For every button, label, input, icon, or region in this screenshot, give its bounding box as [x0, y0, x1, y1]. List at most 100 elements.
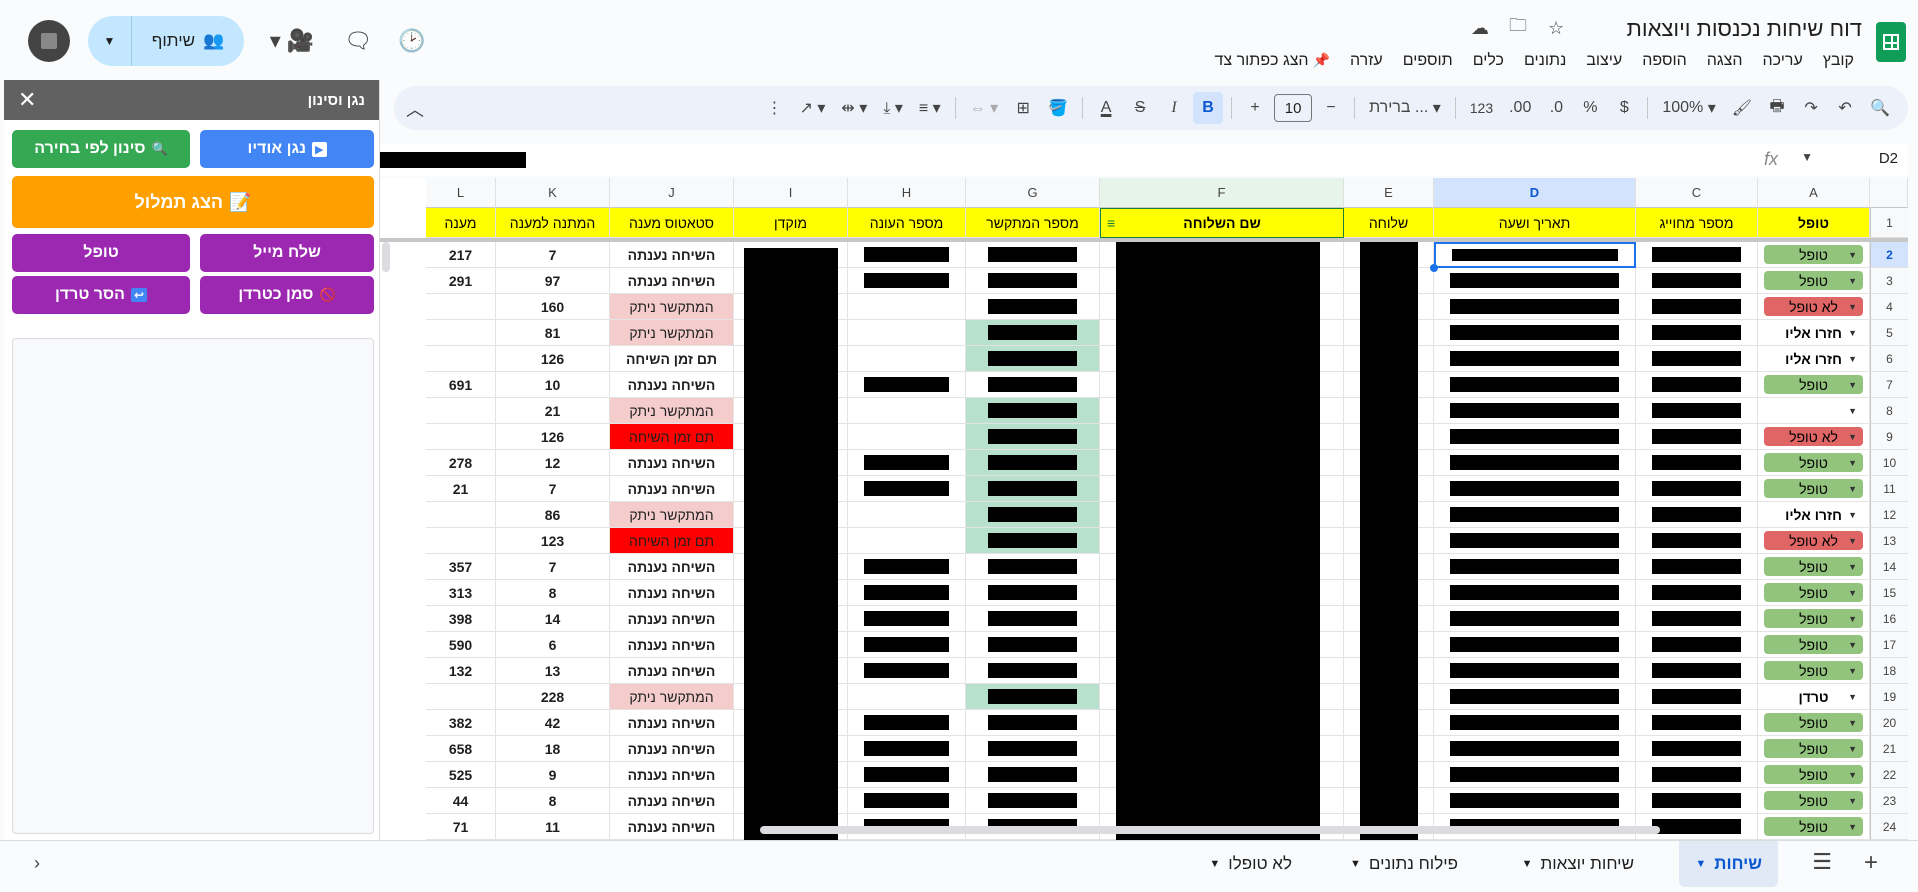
align-vertical-icon[interactable]: ⤓ ▾ — [877, 92, 909, 124]
row-header[interactable]: 9 — [1870, 424, 1908, 450]
cell-l[interactable] — [426, 398, 496, 424]
status-dropdown-chip[interactable]: ▼ טופל — [1764, 661, 1863, 680]
cell-c[interactable] — [1636, 788, 1758, 814]
status-dropdown-chip[interactable]: ▼ טופל — [1764, 765, 1863, 784]
align-horizontal-icon[interactable]: ≡ ▾ — [913, 92, 947, 124]
cell-l[interactable]: 217 — [426, 242, 496, 268]
paint-format-icon[interactable]: 🖌 — [1726, 92, 1758, 124]
cell-g[interactable] — [966, 502, 1100, 528]
cell-d[interactable] — [1434, 294, 1636, 320]
cell-d[interactable] — [1434, 450, 1636, 476]
cell-l[interactable]: 291 — [426, 268, 496, 294]
status-dropdown-chip[interactable]: ▼ טופל — [1764, 713, 1863, 732]
mark-handled-button[interactable]: טופל — [12, 234, 190, 272]
status-dropdown-chip[interactable]: ▼ טופל — [1764, 609, 1863, 628]
header-cell-c[interactable]: מספר מחוייג — [1636, 208, 1758, 238]
status-dropdown-chip[interactable]: ▼ טופל — [1764, 791, 1863, 810]
cell-d[interactable] — [1434, 788, 1636, 814]
comments-icon[interactable]: 🗨 — [340, 23, 376, 59]
search-icon[interactable]: 🔍 — [1864, 92, 1896, 124]
tab-outgoing-calls[interactable]: שיחות יוצאות ▼ — [1506, 841, 1650, 887]
cell-c[interactable] — [1636, 320, 1758, 346]
status-dropdown-chip[interactable]: ▼ טופל — [1764, 635, 1863, 654]
row-header[interactable]: 16 — [1870, 606, 1908, 632]
column-header-l[interactable]: L — [426, 178, 496, 208]
cell-k[interactable]: 160 — [496, 294, 610, 320]
cell-l[interactable]: 278 — [426, 450, 496, 476]
row-header[interactable]: 1 — [1870, 208, 1908, 238]
filter-by-selection-button[interactable]: 🔍 סינון לפי בחירה — [12, 130, 190, 168]
cell-j[interactable]: השיחה נענתה — [610, 788, 734, 814]
cell-d[interactable] — [1434, 476, 1636, 502]
select-all-corner[interactable] — [1870, 178, 1908, 208]
menu-extensions[interactable]: תוספים — [1395, 50, 1461, 72]
row-header[interactable]: 12 — [1870, 502, 1908, 528]
cell-k[interactable]: 7 — [496, 476, 610, 502]
cell-j[interactable]: תם זמן השיחה — [610, 424, 734, 450]
tab-data-breakdown[interactable]: פילוח נתונים ▼ — [1334, 841, 1474, 887]
remove-nuisance-button[interactable]: ↩ הסר טרדן — [12, 276, 190, 314]
cell-a[interactable]: ▼ לא טופל — [1758, 528, 1870, 554]
cell-c[interactable] — [1636, 736, 1758, 762]
cell-j[interactable]: השיחה נענתה — [610, 242, 734, 268]
row-header[interactable]: 15 — [1870, 580, 1908, 606]
cell-a[interactable]: ▼ טופל — [1758, 606, 1870, 632]
name-box-dropdown-icon[interactable]: ▼ — [1801, 150, 1813, 164]
font-size-decrease-button[interactable]: − — [1316, 92, 1346, 124]
status-dropdown-chip[interactable]: ▼ טופל — [1764, 583, 1863, 602]
row-header[interactable]: 7 — [1870, 372, 1908, 398]
row-header[interactable]: 14 — [1870, 554, 1908, 580]
column-header-e[interactable]: E — [1344, 178, 1434, 208]
cell-j[interactable]: השיחה נענתה — [610, 476, 734, 502]
cell-g[interactable] — [966, 736, 1100, 762]
cell-g[interactable] — [966, 580, 1100, 606]
cell-g[interactable] — [966, 242, 1100, 268]
cell-a[interactable]: ▼ טופל — [1758, 788, 1870, 814]
cell-k[interactable]: 21 — [496, 398, 610, 424]
status-dropdown-chip[interactable]: ▼ לא טופל — [1764, 297, 1863, 316]
cell-d[interactable] — [1434, 606, 1636, 632]
row-header[interactable]: 21 — [1870, 736, 1908, 762]
italic-button[interactable]: I — [1159, 92, 1189, 124]
cell-j[interactable]: המתקשר ניתק — [610, 398, 734, 424]
cell-j[interactable]: תם זמן השיחה — [610, 346, 734, 372]
cell-k[interactable]: 14 — [496, 606, 610, 632]
header-cell-j[interactable]: סטאטוס מענה — [610, 208, 734, 238]
cell-l[interactable]: 71 — [426, 814, 496, 840]
status-dropdown-chip[interactable]: ▼ חזרו אליו — [1764, 349, 1863, 368]
row-header[interactable]: 13 — [1870, 528, 1908, 554]
cell-g[interactable] — [966, 684, 1100, 710]
cell-g[interactable] — [966, 476, 1100, 502]
cell-j[interactable]: השיחה נענתה — [610, 762, 734, 788]
cell-h[interactable] — [848, 242, 966, 268]
cell-j[interactable]: השיחה נענתה — [610, 710, 734, 736]
cell-g[interactable] — [966, 294, 1100, 320]
add-sheet-icon[interactable]: + — [1864, 849, 1878, 877]
cell-l[interactable] — [426, 424, 496, 450]
cell-l[interactable]: 382 — [426, 710, 496, 736]
column-header-a[interactable]: A — [1758, 178, 1870, 208]
format-more-button[interactable]: 123 — [1464, 92, 1499, 124]
cell-a[interactable]: ▼ חזרו אליו — [1758, 320, 1870, 346]
cell-h[interactable] — [848, 320, 966, 346]
column-header-i[interactable]: I — [734, 178, 848, 208]
cell-g[interactable] — [966, 788, 1100, 814]
cell-k[interactable]: 6 — [496, 632, 610, 658]
percent-button[interactable]: % — [1575, 92, 1605, 124]
cell-a[interactable]: ▼ — [1758, 398, 1870, 424]
cell-h[interactable] — [848, 346, 966, 372]
cell-j[interactable]: המתקשר ניתק — [610, 294, 734, 320]
cell-d[interactable] — [1434, 528, 1636, 554]
status-dropdown-chip[interactable]: ▼ טופל — [1764, 557, 1863, 576]
meet-icon[interactable]: ▾ 🎥 — [262, 23, 322, 59]
cell-c[interactable] — [1636, 710, 1758, 736]
cell-h[interactable] — [848, 398, 966, 424]
cell-h[interactable] — [848, 476, 966, 502]
cell-l[interactable]: 21 — [426, 476, 496, 502]
cell-c[interactable] — [1636, 528, 1758, 554]
cell-c[interactable] — [1636, 268, 1758, 294]
cell-h[interactable] — [848, 450, 966, 476]
cell-j[interactable]: השיחה נענתה — [610, 606, 734, 632]
status-dropdown-chip[interactable]: ▼ טופל — [1764, 739, 1863, 758]
cell-l[interactable]: 590 — [426, 632, 496, 658]
